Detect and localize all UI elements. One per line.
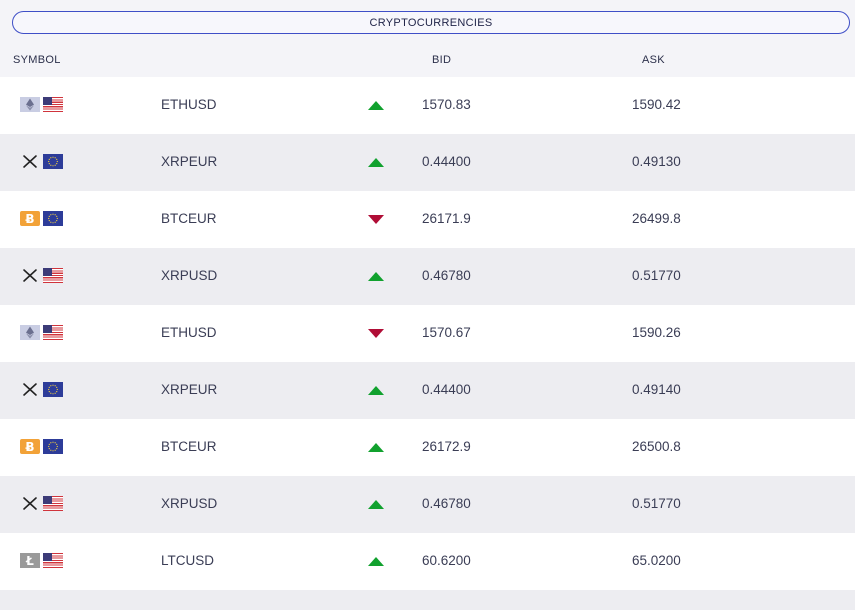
ethereum-icon [20,325,40,340]
table-row[interactable]: Ƀ BTCEUR 26171.9 26499.8 [0,191,855,248]
us-flag-icon [43,268,63,283]
ask-cell: 0.51770 [632,268,681,283]
arrow-up-icon [368,272,384,281]
arrow-up-icon [368,101,384,110]
pair-icons: Ł [20,553,63,568]
ask-cell: 26499.8 [632,211,681,226]
table-header: SYMBOL BID ASK [0,50,855,70]
eu-flag-icon [43,382,63,397]
xrp-icon [20,268,40,283]
column-header-ask: ASK [642,54,665,66]
symbol-cell: ETHUSD [161,325,217,340]
table-row[interactable]: XRPEUR 0.44400 0.49140 [0,362,855,419]
ask-cell: 26500.8 [632,439,681,454]
symbol-cell: ETHUSD [161,97,217,112]
quotes-table: ETHUSD 1570.83 1590.42 XRPEUR 0.44400 0.49130… [0,77,855,610]
bid-cell: 1570.83 [422,97,471,112]
xrp-icon [20,154,40,169]
arrow-up-icon [368,557,384,566]
arrow-down-icon [368,215,384,224]
eu-flag-icon [43,211,63,226]
ask-cell: 0.51770 [632,496,681,511]
bitcoin-icon: Ƀ [20,211,40,226]
bid-cell: 0.44400 [422,154,471,169]
us-flag-icon [43,496,63,511]
pair-icons [20,382,63,397]
bid-cell: 0.44400 [422,382,471,397]
us-flag-icon [43,553,63,568]
pair-icons: Ƀ [20,439,63,454]
ask-cell: 65.0200 [632,553,681,568]
bid-cell: 0.46780 [422,496,471,511]
table-row[interactable]: XRPUSD 0.46780 0.51770 [0,248,855,305]
bid-cell: 1570.67 [422,325,471,340]
arrow-down-icon [368,329,384,338]
symbol-cell: LTCUSD [161,553,215,568]
pair-icons [20,496,63,511]
eu-flag-icon [43,439,63,454]
svg-text:Ƀ: Ƀ [25,440,34,454]
us-flag-icon [43,97,63,112]
pair-icons [20,154,63,169]
arrow-up-icon [368,158,384,167]
symbol-cell: XRPEUR [161,382,218,397]
svg-text:Ƀ: Ƀ [25,212,34,226]
us-flag-icon [43,325,63,340]
arrow-up-icon [368,443,384,452]
ask-cell: 1590.42 [632,97,681,112]
pair-icons: Ƀ [20,211,63,226]
arrow-up-icon [368,500,384,509]
arrow-up-icon [368,386,384,395]
ethereum-icon [20,97,40,112]
symbol-cell: BTCEUR [161,439,217,454]
table-row[interactable]: ETHUSD 1570.67 1590.26 [0,305,855,362]
symbol-cell: XRPUSD [161,496,218,511]
bid-cell: 0.46780 [422,268,471,283]
column-header-bid: BID [432,54,452,66]
bid-cell: 26172.9 [422,439,471,454]
table-row[interactable]: XRPEUR 0.44400 0.49130 [0,134,855,191]
litecoin-icon: Ł [20,553,40,568]
tab-label: CRYPTOCURRENCIES [369,16,493,29]
column-header-symbol: SYMBOL [13,54,61,66]
pair-icons [20,325,63,340]
pair-icons [20,268,63,283]
table-row-partial [0,590,855,610]
table-row[interactable]: Ƀ BTCEUR 26172.9 26500.8 [0,419,855,476]
table-row[interactable]: XRPUSD 0.46780 0.51770 [0,476,855,533]
ask-cell: 0.49140 [632,382,681,397]
tab-cryptocurrencies[interactable]: CRYPTOCURRENCIES [12,11,850,34]
ask-cell: 1590.26 [632,325,681,340]
symbol-cell: XRPEUR [161,154,218,169]
table-row[interactable]: ETHUSD 1570.83 1590.42 [0,77,855,134]
bid-cell: 26171.9 [422,211,471,226]
bitcoin-icon: Ƀ [20,439,40,454]
symbol-cell: XRPUSD [161,268,218,283]
svg-text:Ł: Ł [25,554,34,568]
xrp-icon [20,382,40,397]
symbol-cell: BTCEUR [161,211,217,226]
eu-flag-icon [43,154,63,169]
pair-icons [20,97,63,112]
bid-cell: 60.6200 [422,553,471,568]
table-row[interactable]: Ł LTCUSD 60.6200 65.0200 [0,533,855,590]
ask-cell: 0.49130 [632,154,681,169]
xrp-icon [20,496,40,511]
